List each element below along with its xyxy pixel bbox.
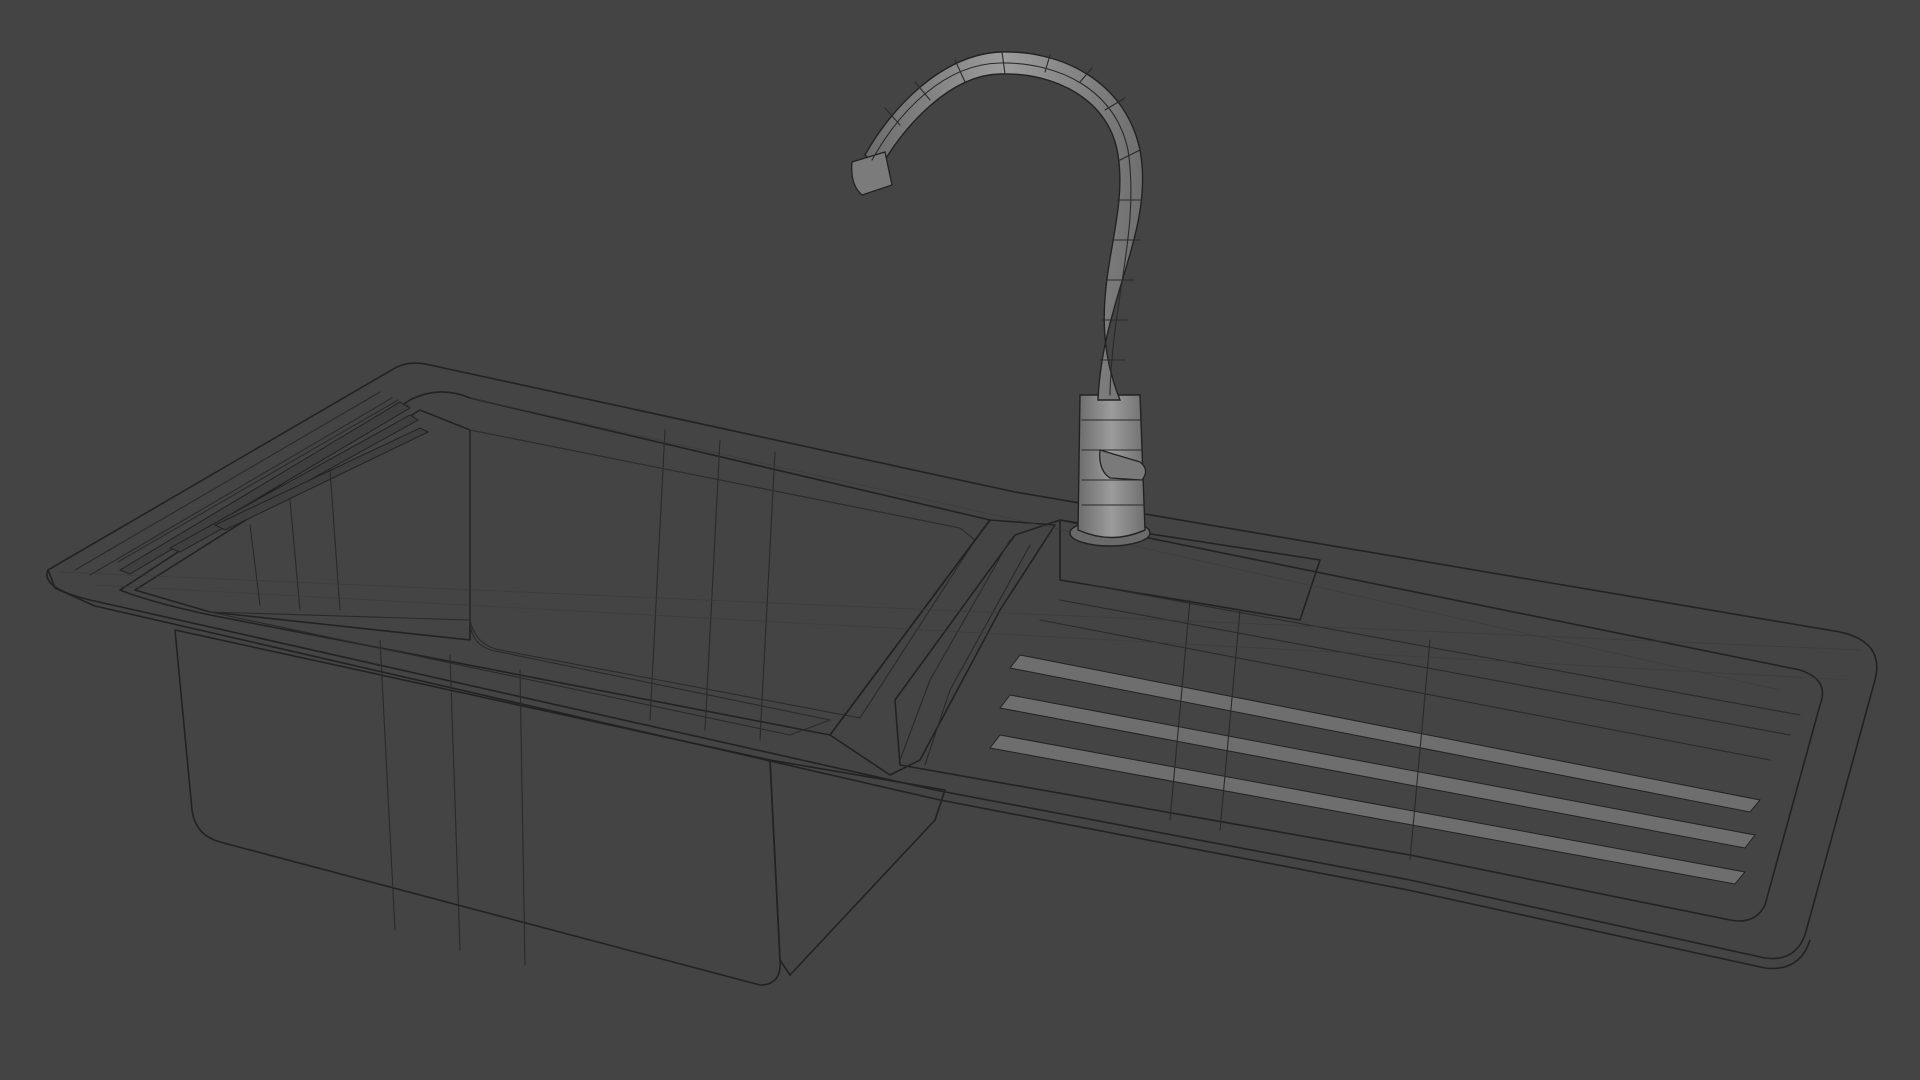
viewport-canvas[interactable] — [0, 0, 1920, 1080]
3d-viewport[interactable] — [0, 0, 1920, 1080]
viewport-background — [0, 0, 1920, 1080]
